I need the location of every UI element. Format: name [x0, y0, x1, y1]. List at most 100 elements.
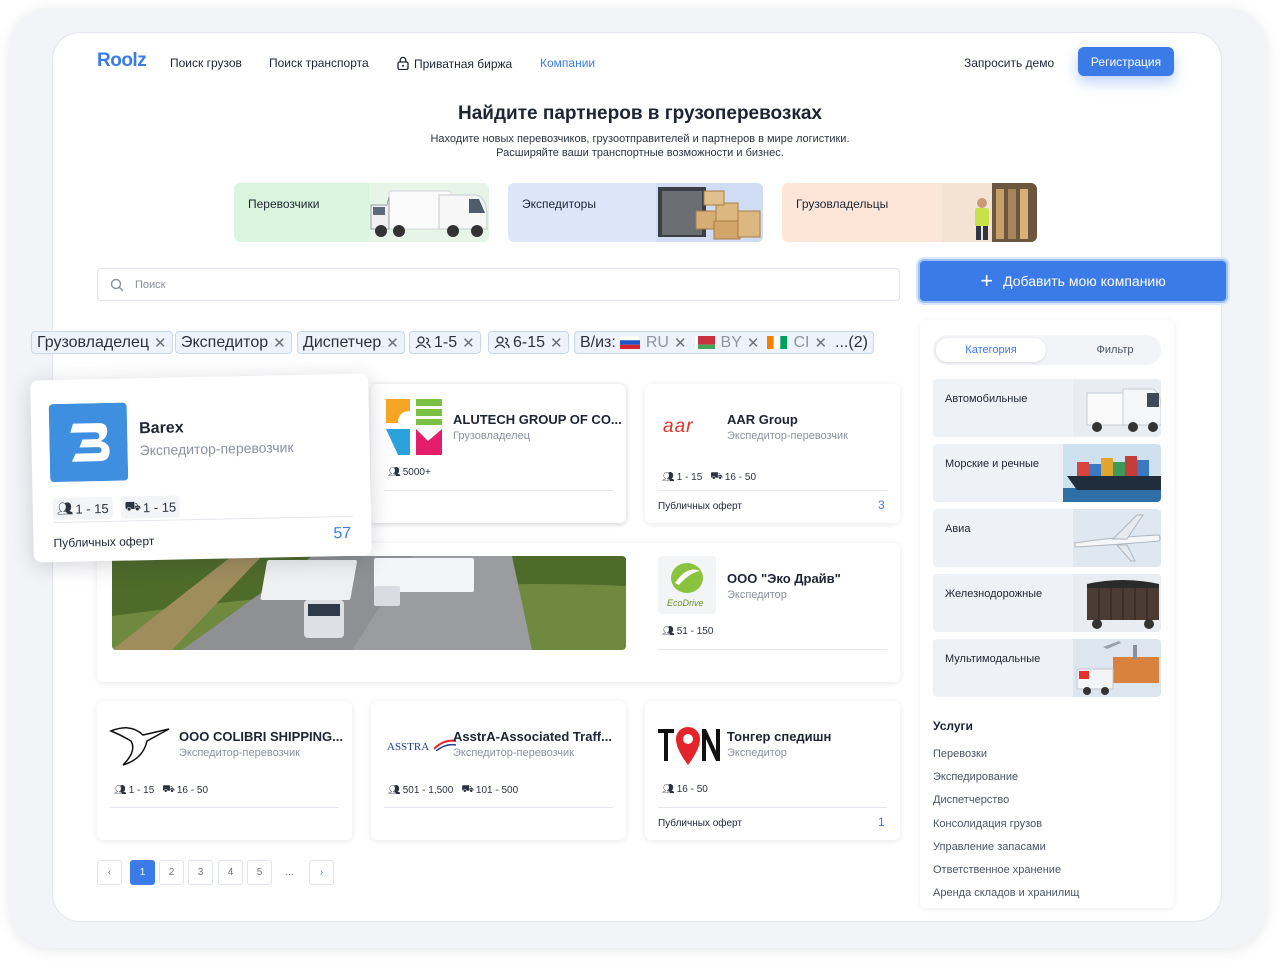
pagination-page-4[interactable]: 4	[218, 860, 243, 885]
category-carriers[interactable]: Перевозчики	[234, 183, 489, 242]
pagination-page-1[interactable]: 1	[130, 860, 155, 885]
divider	[658, 807, 887, 808]
service-link[interactable]: Ответственное хранение	[933, 864, 1061, 876]
logo[interactable]: Roolz	[97, 50, 147, 72]
tab-filter[interactable]: Фильтр	[1060, 338, 1170, 362]
register-button[interactable]: Регистрация	[1078, 47, 1174, 76]
flag-ci-icon	[767, 336, 788, 349]
close-icon[interactable]: ✕	[154, 334, 167, 352]
pagination-ellipsis: ...	[285, 867, 294, 878]
filter-chip-dispatcher[interactable]: Диспетчер ✕	[297, 331, 405, 354]
fleet-stat: ⛟ 16 - 50	[710, 471, 756, 484]
fleet-value: 1 - 15	[142, 499, 177, 515]
nav-companies[interactable]: Компании	[540, 56, 595, 70]
service-link[interactable]: Управление запасами	[933, 841, 1046, 853]
eco-leaf-icon	[671, 563, 703, 593]
close-icon[interactable]: ✕	[273, 334, 286, 352]
nav-transport-search[interactable]: Поиск транспорта	[269, 56, 369, 70]
service-link[interactable]: Аренда складов и хранилищ	[933, 887, 1079, 899]
pagination-page-2[interactable]: 2	[159, 860, 184, 885]
lock-icon	[397, 56, 409, 70]
close-icon[interactable]: ✕	[550, 334, 563, 352]
company-card-aar[interactable]: aar AAR Group Экспедитор-перевозчик 👥︎ 1 …	[645, 384, 900, 523]
pagination-next[interactable]: ›	[309, 860, 334, 885]
employees-stat: 👥︎ 16 - 50	[662, 784, 708, 795]
transport-air[interactable]: Авиа	[933, 509, 1161, 567]
employees-stat: 👥︎ 5000+	[388, 467, 431, 478]
company-type: Экспедитор-перевозчик	[453, 747, 574, 759]
close-icon[interactable]: ✕	[462, 334, 475, 352]
category-cargo-owners[interactable]: Грузовладельцы	[782, 183, 1037, 242]
colibri-logo	[109, 727, 170, 766]
service-link[interactable]: Перевозки	[933, 748, 987, 760]
route-ci: CI	[793, 333, 810, 351]
transport-road[interactable]: Автомобильные	[933, 379, 1161, 437]
filter-chip-forwarder[interactable]: Экспедитор ✕	[175, 331, 292, 354]
add-company-button[interactable]: + Добавить мою компанию	[918, 259, 1228, 303]
transport-rail[interactable]: Железнодорожные	[933, 574, 1161, 632]
company-card-asstra[interactable]: ASSTRA AsstrA-Associated Traff... Экспед…	[371, 701, 626, 840]
company-stats: 👥︎ 501 - 1,500 ⛟ 101 - 500	[388, 784, 518, 797]
filter-chip-route[interactable]: В/из: RU ✕ BY ✕ CI ✕ ...(2)	[574, 331, 874, 354]
offers-count[interactable]: 3	[878, 498, 885, 512]
offers-label: Публичных оферт	[658, 818, 742, 829]
divider	[658, 490, 887, 491]
tab-category[interactable]: Категория	[936, 338, 1046, 362]
category-forwarders[interactable]: Экспедиторы	[508, 183, 763, 242]
transport-sea[interactable]: Морские и речные	[933, 444, 1161, 502]
company-stats: 👥︎ 16 - 50	[662, 784, 708, 795]
pagination-page-5[interactable]: 5	[247, 860, 272, 885]
service-link[interactable]: Диспетчерство	[933, 794, 1009, 806]
transport-multimodal-label: Мультимодальные	[945, 653, 1041, 665]
route-more: ...(2)	[835, 333, 868, 351]
tonger-logo	[658, 727, 720, 765]
truck-image	[369, 183, 489, 242]
close-icon[interactable]: ✕	[674, 334, 687, 352]
truck-icon: ⛟	[124, 498, 142, 514]
company-type: Экспедитор-перевозчик	[139, 439, 294, 459]
users-icon: 👥︎	[662, 784, 675, 795]
fleet-value: 101 - 500	[475, 785, 519, 796]
route-ru: RU	[645, 333, 669, 351]
filter-chip-size-1-5[interactable]: 1-5 ✕	[409, 331, 481, 354]
fleet-value: 16 - 50	[724, 472, 757, 483]
close-icon[interactable]: ✕	[386, 334, 399, 352]
company-type: Грузовладелец	[453, 430, 531, 442]
company-card-tonger[interactable]: Тонгер спедишн Экспедитор 👥︎ 16 - 50 Публ…	[645, 701, 900, 840]
company-card-barex[interactable]: Barex Экспедитор-перевозчик 👥︎ 1 - 15 ⛟ 1 …	[30, 373, 372, 563]
transport-sea-label: Морские и речные	[945, 458, 1040, 470]
transport-road-label: Автомобильные	[945, 393, 1028, 405]
transport-multimodal[interactable]: Мультимодальные	[933, 639, 1161, 697]
company-type: Экспедитор-перевозчик	[727, 430, 848, 442]
road-truck-image	[1073, 379, 1161, 437]
users-icon	[494, 336, 510, 349]
panel-tabs: Категория Фильтр	[933, 335, 1161, 365]
pagination-page-3[interactable]: 3	[188, 860, 213, 885]
close-icon[interactable]: ✕	[747, 334, 760, 352]
company-card-alutech[interactable]: ALUTECH GROUP OF CO... Грузовладелец 👥︎ 5…	[371, 384, 626, 523]
pagination-prev[interactable]: ‹	[97, 860, 122, 885]
nav-cargo-search[interactable]: Поиск грузов	[170, 56, 242, 70]
employees-value: 51 - 150	[676, 626, 714, 637]
company-card-colibri[interactable]: ООО COLIBRI SHIPPING... Экспедитор-перев…	[97, 701, 352, 840]
nav-private-exchange[interactable]: Приватная биржа	[397, 56, 512, 71]
filter-chip-cargo-owner[interactable]: Грузовладелец ✕	[31, 331, 173, 354]
service-link[interactable]: Экспедирование	[933, 771, 1018, 783]
company-name: AAR Group	[727, 412, 798, 427]
page-subtitle-line-2: Расширяйте ваши транспортные возможности…	[496, 147, 784, 159]
filter-chip-size-6-15[interactable]: 6-15 ✕	[488, 331, 569, 354]
close-icon[interactable]: ✕	[814, 334, 827, 352]
search-input[interactable]: Поиск	[97, 268, 900, 301]
fleet-stat: ⛟ 101 - 500	[461, 784, 518, 797]
offers-count[interactable]: 1	[878, 815, 885, 829]
fleet-stat: ⛟ 16 - 50	[162, 784, 208, 797]
flag-by-icon	[694, 336, 715, 349]
barex-logo	[48, 402, 129, 483]
truck-icon: ⛟	[710, 471, 723, 482]
request-demo-link[interactable]: Запросить демо	[964, 56, 1054, 70]
category-forwarders-label: Экспедиторы	[522, 197, 596, 211]
service-link[interactable]: Консолидация грузов	[933, 818, 1042, 830]
company-card-ecodrive[interactable]: EcoDrive ООО "Эко Драйв" Экспедитор 👥︎ 51…	[645, 543, 900, 682]
offers-count[interactable]: 57	[333, 525, 351, 543]
aar-logo: aar	[663, 416, 694, 437]
